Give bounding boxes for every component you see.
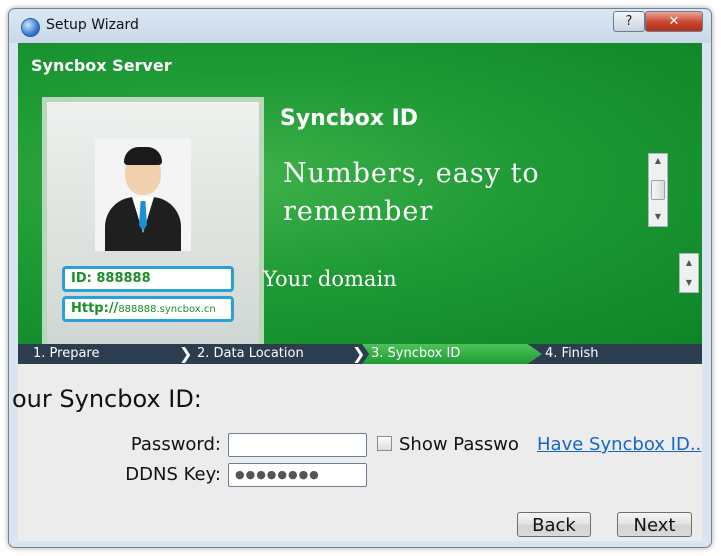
next-button[interactable]: Next (617, 512, 692, 537)
chevron-right-icon: ❯ (179, 344, 193, 363)
scroll-down-icon[interactable]: ▼ (680, 276, 698, 290)
show-password-label[interactable]: Show Passwo (399, 434, 519, 455)
card-url-box: Http://888888.syncbox.cn (62, 296, 234, 322)
back-button[interactable]: Back (517, 512, 591, 537)
user-avatar-icon (95, 139, 191, 251)
app-icon (21, 18, 40, 37)
show-password-checkbox[interactable] (377, 436, 392, 451)
card-url-prefix: Http:// (71, 301, 119, 316)
wizard-steps: 1. Prepare ❯ 2. Data Location ❯ 3. Syncb… (18, 344, 702, 364)
banner: Syncbox Server ID: 888888 Http://888888.… (18, 43, 702, 344)
card-id-label: ID: 888888 (71, 271, 151, 286)
scroll-down-icon[interactable]: ▼ (649, 210, 667, 224)
password-label: Password: (130, 434, 221, 455)
card-id-box: ID: 888888 (62, 266, 234, 292)
step-syncbox-id: 3. Syncbox ID (362, 344, 542, 364)
close-button[interactable]: ✕ (645, 11, 703, 32)
step-data-location: 2. Data Location (197, 346, 304, 361)
password-field[interactable] (228, 433, 367, 457)
banner-secondary-text: Your domain (263, 267, 397, 291)
description-scrollbar[interactable]: ▲ ▼ (648, 153, 668, 227)
setup-wizard-window: Setup Wizard ? ✕ Syncbox Server ID: 8888… (8, 8, 712, 548)
form-heading: our Syncbox ID: (12, 385, 202, 413)
chevron-right-icon: ❯ (352, 344, 366, 363)
ddns-key-field[interactable]: ●●●●●●●● (228, 463, 367, 487)
ddns-key-label: DDNS Key: (125, 464, 221, 485)
brand-label: Syncbox Server (31, 56, 172, 75)
title-bar: Setup Wizard ? ✕ (9, 9, 711, 43)
step-prepare: 1. Prepare (33, 346, 100, 361)
banner-heading: Syncbox ID (280, 106, 419, 131)
help-button[interactable]: ? (613, 11, 645, 32)
id-card-illustration: ID: 888888 Http://888888.syncbox.cn (42, 97, 264, 344)
banner-description: Numbers, easy to remember (283, 158, 540, 227)
scroll-up-icon[interactable]: ▲ (680, 256, 698, 270)
scrollbar-thumb[interactable] (651, 180, 665, 200)
window-title: Setup Wizard (46, 17, 139, 33)
scroll-up-icon[interactable]: ▲ (649, 154, 667, 168)
step-finish: 4. Finish (545, 346, 599, 361)
wizard-content: Syncbox Server ID: 888888 Http://888888.… (12, 43, 702, 541)
have-syncbox-id-link[interactable]: Have Syncbox ID.. (537, 434, 701, 455)
secondary-scrollbar[interactable]: ▲ ▼ (679, 253, 699, 293)
card-url-domain: 888888.syncbox.cn (118, 304, 216, 315)
